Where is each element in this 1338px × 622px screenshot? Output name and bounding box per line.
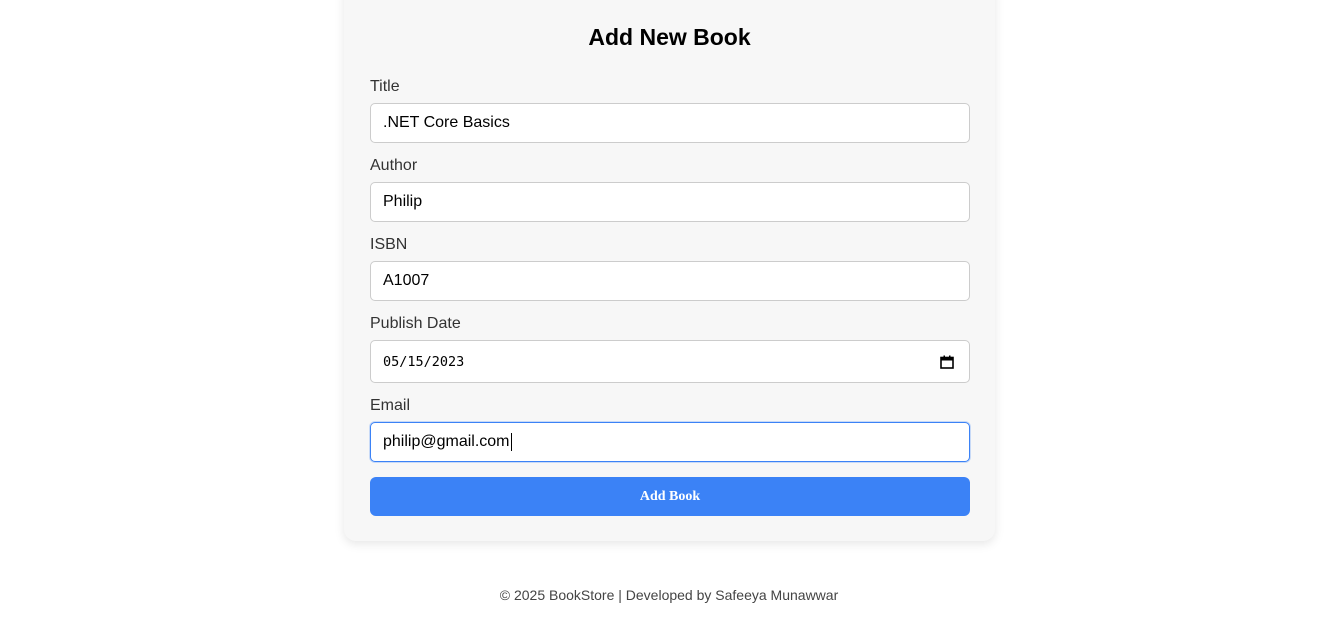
page-title: Add New Book (588, 24, 751, 50)
email-input-value: philip@gmail.com (383, 433, 510, 450)
author-input[interactable]: Philip (370, 182, 970, 222)
calendar-icon[interactable] (940, 355, 954, 369)
isbn-input-value: A1007 (383, 272, 430, 289)
author-label: Author (370, 157, 418, 174)
title-input[interactable]: .NET Core Basics (370, 103, 970, 143)
email-input[interactable]: philip@gmail.com (370, 422, 970, 462)
isbn-label: ISBN (370, 236, 408, 253)
title-input-value: .NET Core Basics (383, 114, 510, 131)
add-book-button[interactable]: Add Book (370, 477, 970, 516)
author-input-value: Philip (383, 193, 423, 210)
publish-date-input[interactable]: 05/15/2023 (370, 340, 970, 383)
publish-date-label: Publish Date (370, 315, 461, 332)
text-caret (510, 433, 512, 451)
email-label: Email (370, 397, 411, 414)
add-book-card: Add New Book Title .NET Core Basics Auth… (344, 0, 995, 541)
title-label: Title (370, 78, 400, 95)
footer-text: © 2025 BookStore | Developed by Safeeya … (499, 587, 839, 603)
isbn-input[interactable]: A1007 (370, 261, 970, 301)
publish-date-value: 05/15/2023 (383, 353, 465, 370)
